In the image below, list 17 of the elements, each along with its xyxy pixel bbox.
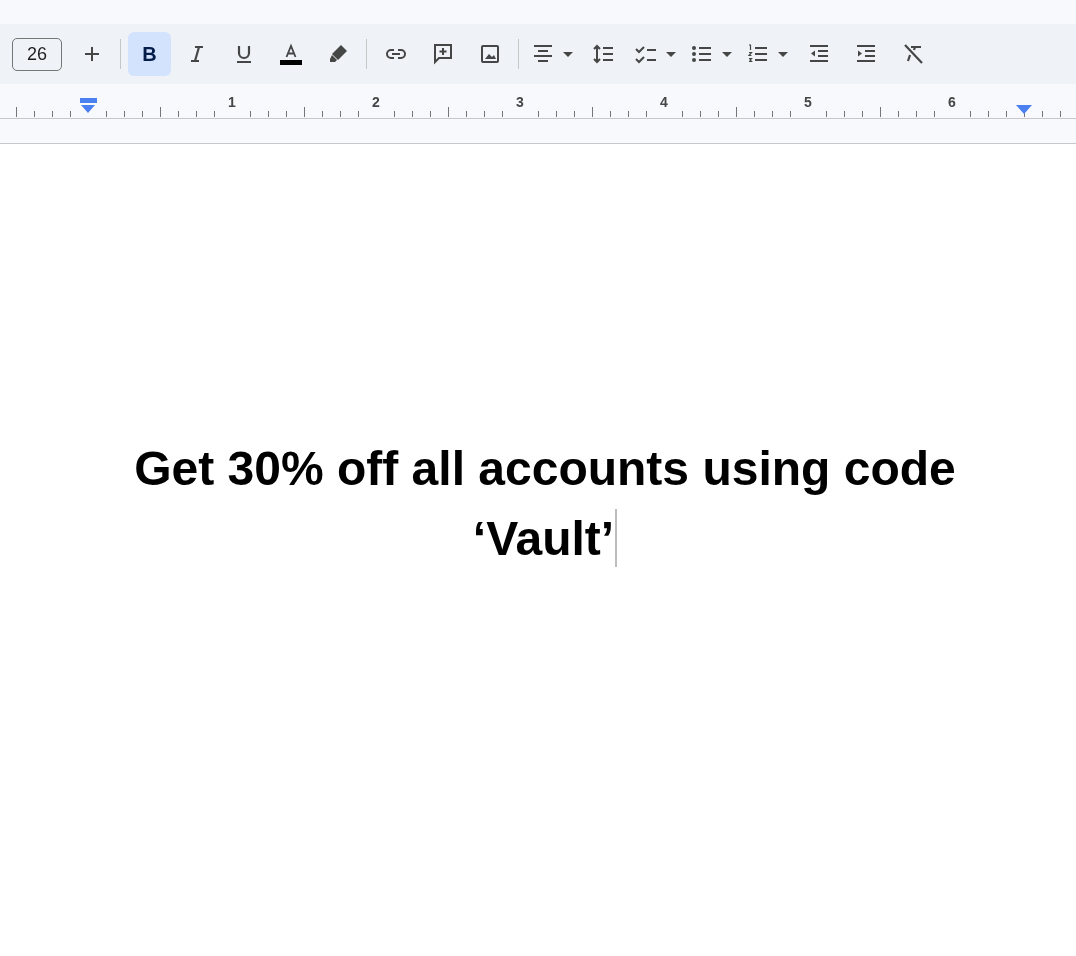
right-indent-marker-icon[interactable] <box>1016 105 1032 114</box>
caret-icon <box>666 51 676 57</box>
ruler-number: 4 <box>660 94 668 110</box>
text-cursor <box>615 509 618 567</box>
font-size-field[interactable]: 26 <box>12 37 62 71</box>
caret-icon <box>722 51 732 57</box>
ruler-number: 5 <box>804 94 812 110</box>
caret-icon <box>563 51 573 57</box>
ruler-number: 3 <box>516 94 524 110</box>
ruler-number: 6 <box>948 94 956 110</box>
line-spacing-icon <box>591 42 616 66</box>
bold-button[interactable]: B <box>128 32 171 76</box>
left-indent-marker-icon[interactable] <box>80 98 97 113</box>
document-paragraph: Get 30% off all accounts using code ‘Vault’ <box>133 441 957 569</box>
ruler-number: 2 <box>372 94 380 110</box>
caret-icon <box>778 51 788 57</box>
ruler-number: 1 <box>228 94 236 110</box>
